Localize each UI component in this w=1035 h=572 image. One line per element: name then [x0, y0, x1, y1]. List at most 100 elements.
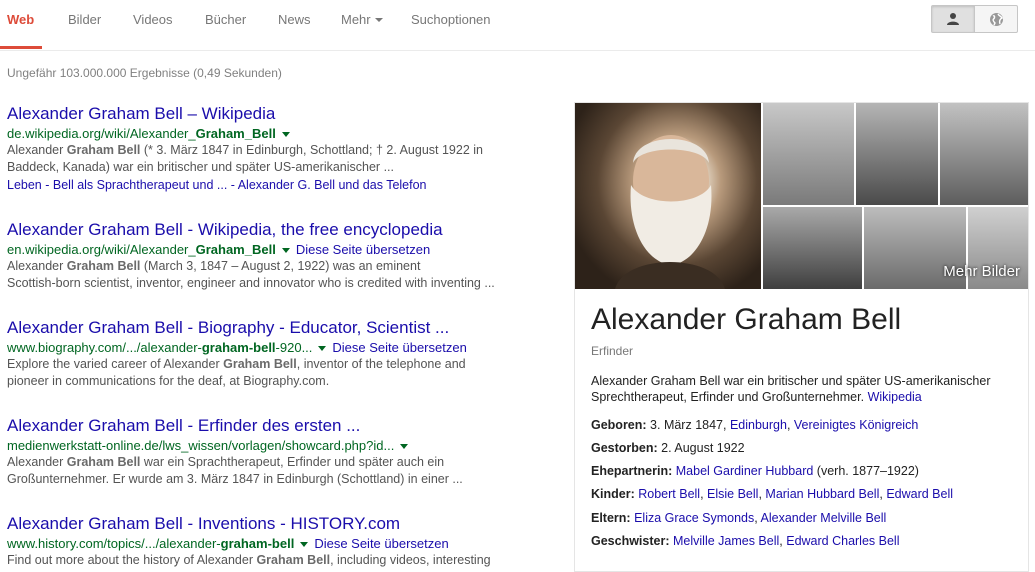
sitelink[interactable]: Leben: [7, 178, 42, 192]
portrait-image[interactable]: [856, 103, 938, 205]
result-url-text: medienwerkstatt-online.de/lws_wissen/vor…: [7, 438, 395, 453]
wikipedia-source-link[interactable]: Wikipedia: [868, 390, 922, 404]
fact-value: 2. August 1922: [661, 441, 745, 455]
entity-title: Alexander Graham Bell: [591, 303, 902, 336]
snippet-text: , including videos, interesting: [330, 553, 491, 567]
result-url-text: www.history.com/topics/.../alexander-: [7, 536, 221, 551]
sitelink[interactable]: Alexander G. Bell und das Telefon: [238, 178, 427, 192]
translate-link[interactable]: Diese Seite übersetzen: [314, 536, 448, 551]
result-title-link[interactable]: Alexander Graham Bell - Biography - Educ…: [7, 317, 527, 339]
snippet-text: (* 3. März 1847 in Edinburgh, Schottland…: [140, 143, 483, 157]
snippet-text: Explore the varied career of Alexander: [7, 357, 224, 371]
fact-link[interactable]: Alexander Melville Bell: [761, 511, 887, 525]
result-url-bold: Graham_Bell: [195, 242, 276, 257]
url-dropdown-icon[interactable]: [281, 248, 290, 254]
portrait-image[interactable]: [763, 103, 854, 205]
tab-books[interactable]: Bücher: [205, 12, 246, 27]
result-url-text: -920...: [275, 340, 313, 355]
result-stats: Ungefähr 103.000.000 Ergebnisse (0,49 Se…: [7, 66, 282, 80]
chevron-down-icon: [374, 17, 383, 22]
fact-label: Eltern:: [591, 511, 631, 525]
result-snippet: Alexander Graham Bell war ein Sprachther…: [7, 454, 527, 488]
snippet-text: (March 3, 1847 – August 2, 1922) was an …: [140, 259, 421, 273]
search-result: Alexander Graham Bell - Biography - Educ…: [7, 317, 527, 390]
tab-images[interactable]: Bilder: [68, 12, 101, 27]
tab-videos[interactable]: Videos: [133, 12, 173, 27]
translate-link[interactable]: Diese Seite übersetzen: [296, 242, 430, 257]
result-sitelinks: Leben - Bell als Sprachtherapeut und ...…: [7, 178, 427, 192]
snippet-text: Alexander: [7, 143, 67, 157]
portrait-image-main[interactable]: [575, 103, 761, 289]
fact-link[interactable]: Marian Hubbard Bell: [765, 487, 879, 501]
snippet-bold: Graham Bell: [66, 455, 141, 469]
url-dropdown-icon[interactable]: [300, 542, 309, 548]
snippet-bold: Graham Bell: [256, 553, 331, 567]
result-url-text: de.wikipedia.org/wiki/Alexander_: [7, 126, 196, 141]
fact-link[interactable]: Edward Bell: [886, 487, 953, 501]
search-result: Alexander Graham Bell – Wikipedia de.wik…: [7, 103, 527, 194]
result-title-link[interactable]: Alexander Graham Bell - Wikipedia, the f…: [7, 219, 527, 241]
result-url: www.biography.com/.../alexander-graham-b…: [7, 339, 527, 356]
fact-value: 3. März 1847,: [650, 418, 730, 432]
snippet-text: Find out more about the history of Alexa…: [7, 553, 257, 567]
result-title-link[interactable]: Alexander Graham Bell – Wikipedia: [7, 103, 527, 125]
fact-parents: Eltern: Eliza Grace Symonds, Alexander M…: [591, 511, 887, 525]
search-result: Alexander Graham Bell - Wikipedia, the f…: [7, 219, 527, 292]
personal-results-button[interactable]: [931, 5, 975, 33]
tab-news[interactable]: News: [278, 12, 311, 27]
fact-label: Geschwister:: [591, 534, 670, 548]
result-title-link[interactable]: Alexander Graham Bell - Inventions - HIS…: [7, 513, 527, 535]
fact-link[interactable]: Edward Charles Bell: [786, 534, 899, 548]
fact-label: Kinder:: [591, 487, 635, 501]
person-icon: [947, 13, 959, 25]
snippet-text: war ein Sprachtherapeut, Erfinder und sp…: [140, 455, 445, 469]
fact-link[interactable]: Eliza Grace Symonds: [634, 511, 754, 525]
fact-died: Gestorben: 2. August 1922: [591, 441, 745, 455]
fact-link[interactable]: Mabel Gardiner Hubbard: [676, 464, 814, 478]
url-dropdown-icon[interactable]: [318, 346, 327, 352]
result-snippet: Alexander Graham Bell (* 3. März 1847 in…: [7, 142, 527, 176]
result-url-bold: graham-bell: [201, 340, 276, 355]
fact-born: Geboren: 3. März 1847, Edinburgh, Verein…: [591, 418, 919, 432]
url-dropdown-icon[interactable]: [281, 132, 290, 138]
fact-value: (verh. 1877–1922): [813, 464, 919, 478]
result-snippet: Explore the varied career of Alexander G…: [7, 356, 527, 390]
result-snippet: Find out more about the history of Alexa…: [7, 552, 527, 569]
fact-label: Ehepartnerin:: [591, 464, 673, 478]
snippet-text: Scottish-born scientist, inventor, engin…: [7, 276, 495, 290]
snippet-text: Alexander: [7, 259, 67, 273]
fact-children: Kinder: Robert Bell, Elsie Bell, Marian …: [591, 487, 954, 501]
fact-link[interactable]: Vereinigtes Königreich: [794, 418, 918, 432]
tab-web[interactable]: Web: [7, 12, 34, 27]
snippet-text: Alexander: [7, 455, 67, 469]
search-result: Alexander Graham Bell - Inventions - HIS…: [7, 513, 527, 569]
search-nav-bar: Web Bilder Videos Bücher News Mehr Sucho…: [0, 0, 1035, 51]
fact-link[interactable]: Edinburgh: [730, 418, 787, 432]
result-url-text: en.wikipedia.org/wiki/Alexander_: [7, 242, 196, 257]
active-tab-indicator: [0, 46, 42, 49]
url-dropdown-icon[interactable]: [400, 444, 409, 450]
snippet-bold: Graham Bell: [66, 143, 141, 157]
fact-link[interactable]: Melville James Bell: [673, 534, 779, 548]
global-results-button[interactable]: [974, 5, 1018, 33]
globe-icon: [990, 13, 1003, 26]
portrait-photo: [615, 135, 725, 289]
more-images-link[interactable]: Mehr Bilder: [943, 263, 1020, 280]
translate-link[interactable]: Diese Seite übersetzen: [332, 340, 466, 355]
tab-more[interactable]: Mehr: [341, 12, 383, 27]
sitelink[interactable]: Bell als Sprachtherapeut und ...: [53, 178, 227, 192]
result-snippet: Alexander Graham Bell (March 3, 1847 – A…: [7, 258, 527, 292]
fact-link[interactable]: Elsie Bell: [707, 487, 758, 501]
description-text: Alexander Graham Bell war ein britischer…: [591, 374, 991, 404]
fact-link[interactable]: Robert Bell: [638, 487, 700, 501]
portrait-image[interactable]: [940, 103, 1028, 205]
result-url-bold: Graham_Bell: [195, 126, 276, 141]
result-url: medienwerkstatt-online.de/lws_wissen/vor…: [7, 437, 527, 454]
result-url: de.wikipedia.org/wiki/Alexander_Graham_B…: [7, 125, 527, 142]
tab-search-options[interactable]: Suchoptionen: [411, 12, 491, 27]
portrait-image[interactable]: [763, 207, 862, 289]
entity-description: Alexander Graham Bell war ein britischer…: [591, 373, 1016, 405]
result-title-link[interactable]: Alexander Graham Bell - Erfinder des ers…: [7, 415, 527, 437]
snippet-text: Baddeck, Kanada) war ein britischer und …: [7, 160, 394, 174]
snippet-text: Großunternehmer. Er wurde am 3. März 184…: [7, 472, 463, 486]
